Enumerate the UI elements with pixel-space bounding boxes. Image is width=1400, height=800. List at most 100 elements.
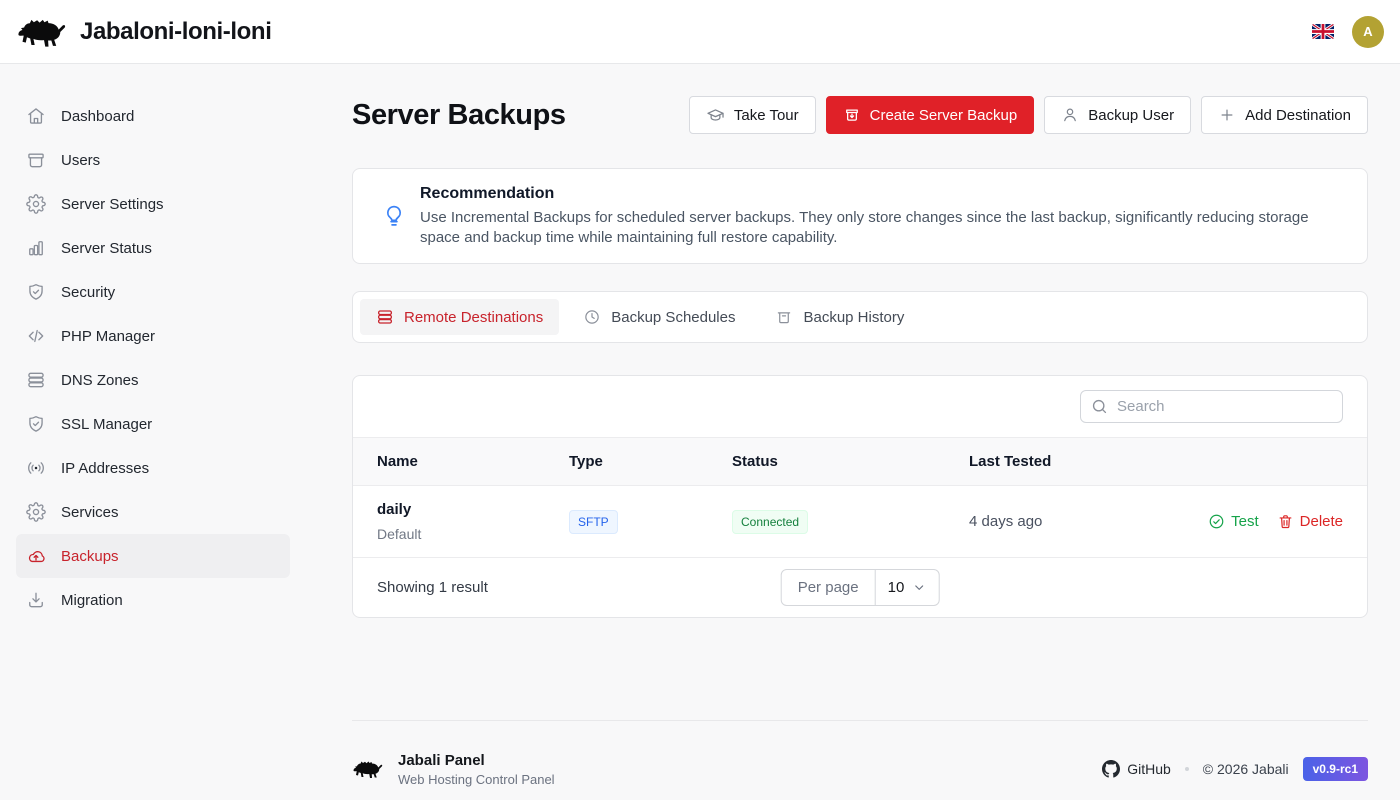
take-tour-button[interactable]: Take Tour (689, 96, 816, 134)
sidebar-item-security[interactable]: Security (16, 270, 290, 314)
sidebar-item-ip-addresses[interactable]: IP Addresses (16, 446, 290, 490)
destination-name: daily (377, 501, 569, 518)
delete-button[interactable]: Delete (1277, 513, 1343, 530)
backup-user-label: Backup User (1088, 107, 1174, 124)
destinations-table: Name Type Status Last Tested daily Defau… (353, 437, 1367, 557)
plus-icon (1218, 106, 1236, 124)
recommendation-body: Use Incremental Backups for scheduled se… (420, 208, 1320, 248)
add-destination-label: Add Destination (1245, 107, 1351, 124)
github-link[interactable]: GitHub (1102, 760, 1171, 778)
gear-icon (26, 502, 46, 522)
avatar[interactable]: A (1352, 16, 1384, 48)
test-button[interactable]: Test (1208, 513, 1259, 530)
version-badge: v0.9-rc1 (1303, 757, 1368, 781)
last-tested-value: 4 days ago (969, 486, 1221, 558)
take-tour-label: Take Tour (734, 107, 799, 124)
sidebar-item-label: Dashboard (61, 108, 134, 125)
archive-tray-icon (775, 308, 793, 326)
test-label: Test (1231, 513, 1259, 530)
sidebar-item-dashboard[interactable]: Dashboard (16, 94, 290, 138)
sidebar: Dashboard Users Server Settings Server S… (0, 64, 320, 800)
github-icon (1102, 760, 1120, 778)
code-icon (26, 326, 46, 346)
archive-box-icon (26, 150, 46, 170)
github-label: GitHub (1127, 761, 1171, 777)
server-stack-icon (26, 370, 46, 390)
create-server-backup-button[interactable]: Create Server Backup (826, 96, 1035, 134)
pagination-bar: Showing 1 result Per page 10 (353, 557, 1367, 617)
sidebar-item-label: IP Addresses (61, 460, 149, 477)
language-flag-uk-icon[interactable] (1312, 24, 1334, 39)
archive-down-icon (843, 106, 861, 124)
column-header-status: Status (732, 438, 969, 486)
table-row: daily Default SFTP Connected 4 days ago … (353, 486, 1367, 558)
check-circle-icon (1208, 513, 1225, 530)
sidebar-item-label: PHP Manager (61, 328, 155, 345)
tab-label: Backup Schedules (611, 309, 735, 326)
page-footer: Jabali Panel Web Hosting Control Panel G… (352, 720, 1368, 800)
clock-icon (583, 308, 601, 326)
sidebar-item-label: Users (61, 152, 100, 169)
sidebar-item-php-manager[interactable]: PHP Manager (16, 314, 290, 358)
footer-tagline: Web Hosting Control Panel (398, 772, 555, 787)
sidebar-item-label: DNS Zones (61, 372, 139, 389)
trash-icon (1277, 513, 1294, 530)
column-header-type: Type (569, 438, 732, 486)
recommendation-title: Recommendation (420, 185, 1320, 203)
per-page-select[interactable]: Per page 10 (781, 569, 940, 606)
download-icon (26, 590, 46, 610)
dot-separator (1185, 767, 1189, 771)
column-header-last-tested: Last Tested (969, 438, 1221, 486)
sidebar-item-ssl-manager[interactable]: SSL Manager (16, 402, 290, 446)
sidebar-item-server-status[interactable]: Server Status (16, 226, 290, 270)
graduation-cap-icon (706, 106, 725, 125)
main-content: Server Backups Take Tour Create Server B… (320, 64, 1400, 800)
boar-logo-icon (352, 758, 384, 780)
sidebar-item-label: Migration (61, 592, 123, 609)
sidebar-item-backups[interactable]: Backups (16, 534, 290, 578)
top-bar: Jabaloni-loni-loni A (0, 0, 1400, 64)
sidebar-item-dns-zones[interactable]: DNS Zones (16, 358, 290, 402)
server-stack-icon (376, 308, 394, 326)
create-server-backup-label: Create Server Backup (870, 107, 1018, 124)
broadcast-icon (26, 458, 46, 478)
sidebar-item-label: Backups (61, 548, 119, 565)
tab-backup-history[interactable]: Backup History (759, 299, 920, 335)
sidebar-item-label: Server Settings (61, 196, 164, 213)
bar-chart-icon (26, 238, 46, 258)
destinations-table-card: Name Type Status Last Tested daily Defau… (352, 375, 1368, 618)
destination-subtitle: Default (377, 526, 569, 542)
footer-brand-name: Jabali Panel (398, 752, 555, 769)
column-header-actions (1221, 438, 1367, 486)
backup-tabs: Remote Destinations Backup Schedules Bac… (352, 291, 1368, 343)
tab-backup-schedules[interactable]: Backup Schedules (567, 299, 751, 335)
boar-logo-icon (16, 14, 68, 50)
type-badge: SFTP (569, 510, 618, 534)
tab-remote-destinations[interactable]: Remote Destinations (360, 299, 559, 335)
sidebar-item-services[interactable]: Services (16, 490, 290, 534)
results-count: Showing 1 result (377, 579, 488, 596)
copyright-text: © 2026 Jabali (1203, 761, 1289, 777)
user-icon (1061, 106, 1079, 124)
sidebar-item-users[interactable]: Users (16, 138, 290, 182)
sidebar-item-label: Security (61, 284, 115, 301)
sidebar-item-label: Services (61, 504, 119, 521)
page-title: Server Backups (352, 99, 566, 132)
backup-user-button[interactable]: Backup User (1044, 96, 1191, 134)
sidebar-item-label: SSL Manager (61, 416, 152, 433)
chevron-down-icon (911, 580, 926, 595)
sidebar-item-server-settings[interactable]: Server Settings (16, 182, 290, 226)
column-header-name: Name (353, 438, 569, 486)
sidebar-item-migration[interactable]: Migration (16, 578, 290, 622)
app-brand: Jabaloni-loni-loni (16, 14, 271, 50)
search-input[interactable] (1080, 390, 1343, 423)
recommendation-banner: Recommendation Use Incremental Backups f… (352, 168, 1368, 264)
add-destination-button[interactable]: Add Destination (1201, 96, 1368, 134)
delete-label: Delete (1300, 513, 1343, 530)
status-badge: Connected (732, 510, 808, 534)
table-header-row: Name Type Status Last Tested (353, 438, 1367, 486)
shield-check-icon (26, 414, 46, 434)
lightbulb-icon (381, 203, 407, 229)
tab-label: Backup History (803, 309, 904, 326)
cloud-upload-icon (26, 546, 46, 566)
